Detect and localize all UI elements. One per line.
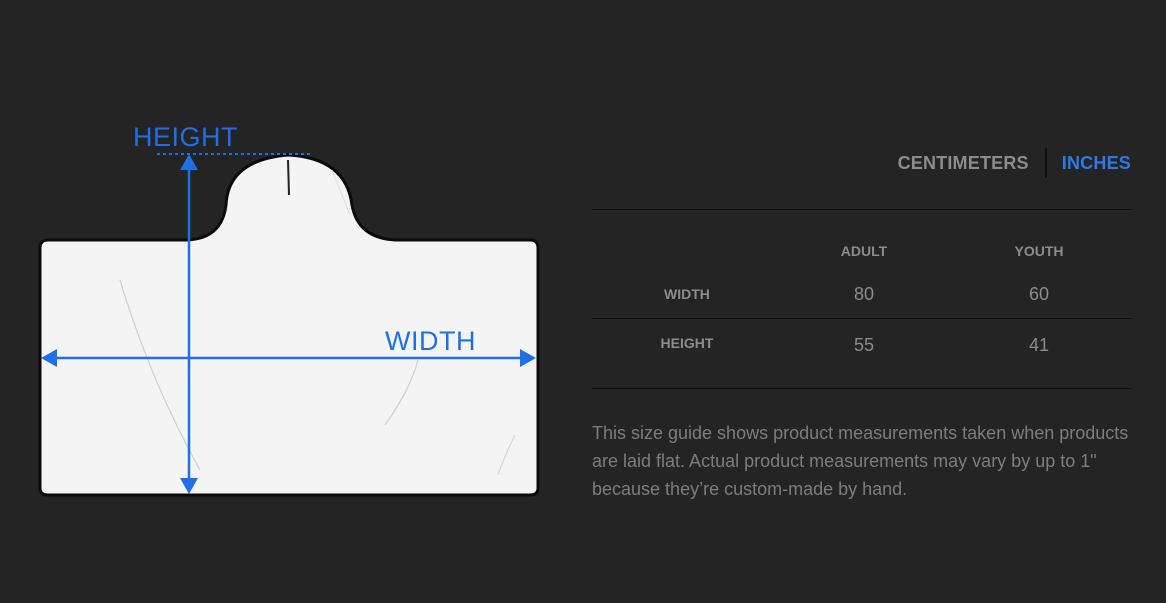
adult-height-value: 55 — [853, 335, 874, 355]
hooded-towel-icon — [38, 153, 540, 497]
size-table: ADULT YOUTH WIDTH 80 60 HEIGHT 55 41 — [592, 209, 1132, 389]
table-row: WIDTH 80 60 — [592, 270, 1132, 319]
table-header-row: ADULT YOUTH — [592, 210, 1132, 270]
table-row: HEIGHT 55 41 — [592, 319, 1132, 388]
centimeters-tab[interactable]: CENTIMETERS — [898, 151, 1029, 176]
column-header-adult: ADULT — [840, 243, 888, 259]
measurement-diagram: HEIGHT WIDTH — [0, 0, 560, 603]
adult-width-value: 80 — [853, 283, 874, 304]
row-label-width: WIDTH — [664, 286, 710, 302]
youth-width-value: 60 — [1029, 283, 1050, 304]
column-header-youth: YOUTH — [1014, 243, 1064, 259]
unit-toggle: CENTIMETERS INCHES — [898, 148, 1131, 178]
size-guide-note: This size guide shows product measuremen… — [592, 423, 1129, 499]
width-dimension-label: WIDTH — [385, 326, 476, 356]
unit-separator — [1044, 148, 1047, 178]
height-dimension-label: HEIGHT — [133, 122, 239, 152]
size-guide: HEIGHT WIDTH CENTIMETERS INCHES ADULT YO… — [0, 0, 1166, 603]
youth-height-value: 41 — [1029, 335, 1050, 355]
inches-tab[interactable]: INCHES — [1062, 151, 1131, 176]
row-label-height: HEIGHT — [660, 335, 714, 351]
